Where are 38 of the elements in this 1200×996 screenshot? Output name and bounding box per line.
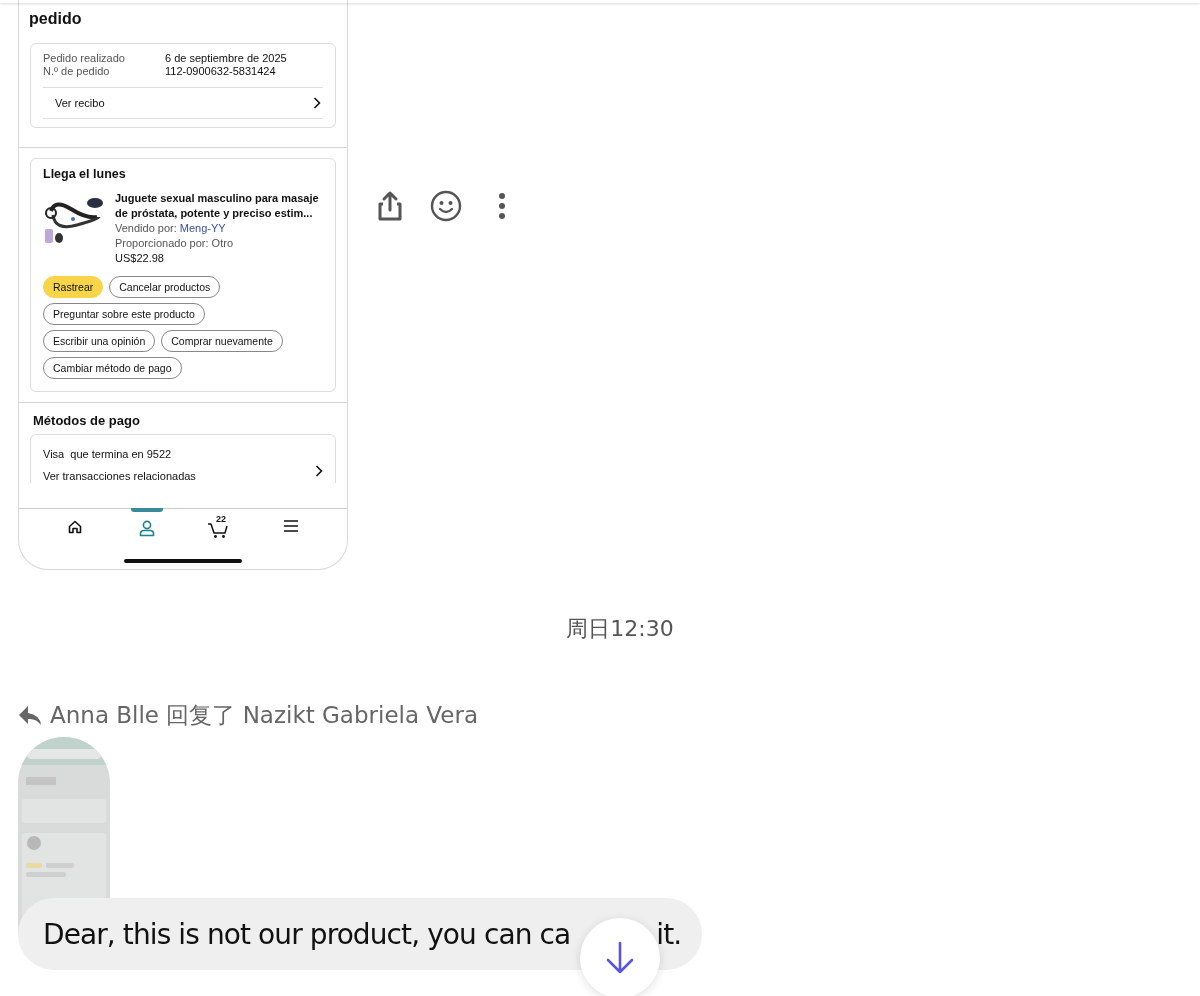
home-icon[interactable] xyxy=(67,519,83,535)
seller-text: Vendido por: Meng-YY xyxy=(115,221,227,236)
transactions-link[interactable]: Ver transacciones relacionadas xyxy=(43,465,323,487)
more-icon[interactable] xyxy=(498,192,506,220)
selected-indicator xyxy=(131,508,163,512)
info-value: 6 de septiembre de 2025 xyxy=(165,52,288,64)
message-text: Dear, this is not our product, you can ca xyxy=(43,917,571,951)
delivery-heading: Llega el lunes xyxy=(43,167,127,181)
product-title[interactable]: Juguete sexual masculino para masaje de próstata, potente y preciso estim... xyxy=(115,191,322,221)
reply-icon xyxy=(18,704,42,727)
action-button[interactable]: Preguntar sobre este producto xyxy=(43,303,205,325)
message-text: it. xyxy=(656,917,682,951)
timestamp: 周日12:30 xyxy=(565,615,675,643)
action-button[interactable]: Cambiar método de pago xyxy=(43,357,182,379)
provider-text: Proporcionado por: Otro xyxy=(115,236,234,251)
arrow-down-icon xyxy=(605,941,635,975)
page-title: pedido xyxy=(29,9,83,29)
chevron-right-icon xyxy=(313,97,321,109)
cart-count: 22 xyxy=(216,514,226,524)
action-button[interactable]: Cancelar productos xyxy=(109,276,221,298)
share-icon[interactable] xyxy=(377,190,403,222)
info-value: 112-0900632-5831424 xyxy=(165,65,277,77)
person-icon[interactable] xyxy=(138,519,156,537)
scroll-down-button[interactable] xyxy=(580,918,660,996)
action-button[interactable]: Escribir una opinión xyxy=(43,330,156,352)
price: US$22.98 xyxy=(115,251,165,266)
action-button[interactable]: Comprar nuevamente xyxy=(161,330,283,352)
card-text: Visa que termina en 9522 xyxy=(43,447,172,462)
reply-text: Anna Blle 回复了 Nazikt Gabriela Vera xyxy=(50,701,478,730)
menu-icon[interactable] xyxy=(283,519,299,533)
receipt-link[interactable]: Ver recibo xyxy=(43,87,323,119)
info-label: N.º de pedido xyxy=(43,65,111,77)
seller-link[interactable]: Meng-YY xyxy=(179,222,226,234)
payment-heading: Métodos de pago xyxy=(33,413,141,428)
info-label: Pedido realizado xyxy=(43,52,126,64)
track-button[interactable]: Rastrear xyxy=(43,276,104,298)
emoji-icon[interactable] xyxy=(430,190,462,222)
chevron-right-icon xyxy=(315,465,323,477)
